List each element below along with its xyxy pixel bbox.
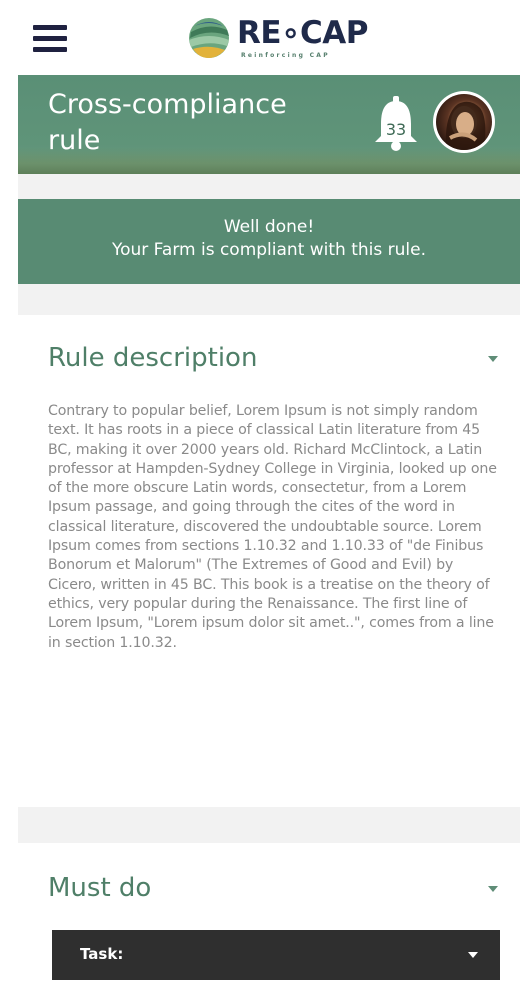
logo-subtitle: Reinforcing CAP <box>241 52 330 59</box>
logo-wordmark: RE∘CAP <box>237 15 368 51</box>
task-label: Task: <box>80 945 124 963</box>
avatar-photo <box>436 94 492 150</box>
chevron-down-icon <box>468 952 478 958</box>
app-logo[interactable]: RE∘CAP Reinforcing CAP <box>185 14 368 66</box>
must-do-title[interactable]: Must do <box>48 873 151 903</box>
rule-description-card: Rule description Contrary to popular bel… <box>18 315 520 807</box>
notification-count: 33 <box>385 120 407 139</box>
rule-description-title[interactable]: Rule description <box>48 343 257 373</box>
recap-logo-icon <box>189 18 229 58</box>
hamburger-icon[interactable] <box>33 25 67 53</box>
compliance-status-banner: Well done! Your Farm is compliant with t… <box>18 199 520 284</box>
chevron-down-icon[interactable] <box>488 356 498 362</box>
avatar[interactable] <box>433 91 495 153</box>
rule-description-text: Contrary to popular belief, Lorem Ipsum … <box>48 403 497 651</box>
page-header: Cross-compliance rule 33 <box>18 75 520 174</box>
notifications-button[interactable]: 33 <box>373 96 419 152</box>
status-message: Your Farm is compliant with this rule. <box>111 240 427 260</box>
task-dropdown[interactable]: Task: <box>52 930 500 980</box>
status-title: Well done! <box>223 217 315 237</box>
page-title: Cross-compliance rule <box>48 89 287 156</box>
chevron-down-icon[interactable] <box>488 886 498 892</box>
must-do-card: Must do Task: <box>18 843 520 982</box>
